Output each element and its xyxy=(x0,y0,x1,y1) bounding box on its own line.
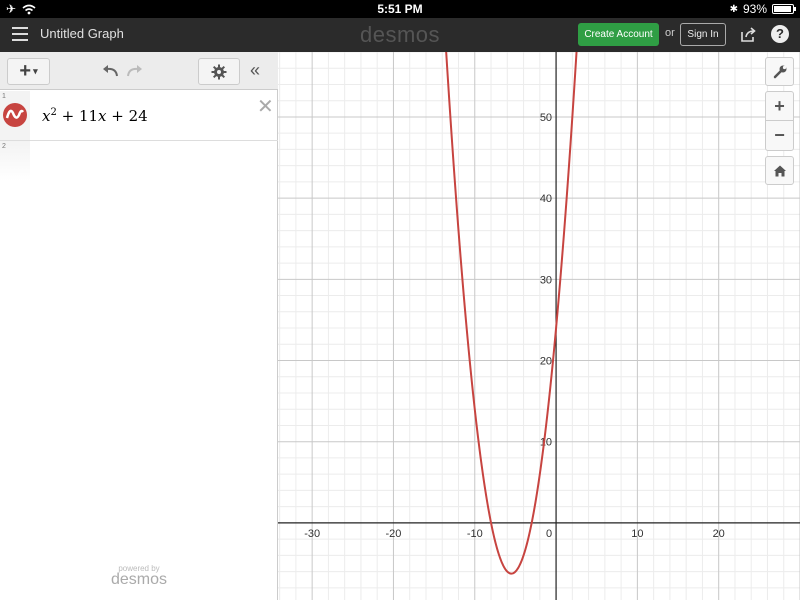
help-icon[interactable]: ? xyxy=(771,25,789,43)
y-tick-label: 40 xyxy=(540,193,552,205)
axes xyxy=(278,52,800,600)
sign-in-button[interactable]: Sign In xyxy=(680,23,726,46)
status-time: 5:51 PM xyxy=(377,2,423,16)
x-tick-label: 0 xyxy=(546,528,552,540)
zoom-out-button[interactable]: − xyxy=(766,121,793,150)
graph-canvas[interactable]: -30 -20 -10 0 10 20 10 20 30 40 50 xyxy=(278,52,800,600)
math-var: x xyxy=(98,107,107,125)
expression-input[interactable]: x2 + 11x + 24 xyxy=(42,107,148,125)
y-tick-label: 30 xyxy=(540,274,552,286)
create-account-button[interactable]: Create Account xyxy=(578,23,659,46)
home-icon xyxy=(773,165,786,177)
zoom-controls: + − xyxy=(765,91,794,151)
graph-settings-button[interactable] xyxy=(765,57,794,86)
zoom-in-button[interactable]: + xyxy=(766,92,793,121)
default-zoom-button[interactable] xyxy=(765,156,794,185)
hamburger-icon[interactable] xyxy=(12,27,28,41)
graph-svg[interactable]: -30 -20 -10 0 10 20 10 20 30 40 50 xyxy=(278,52,800,600)
share-icon[interactable] xyxy=(739,26,757,44)
status-bar: ✈ 5:51 PM ✱ 93% xyxy=(0,0,800,18)
y-tick-label: 20 xyxy=(540,356,552,368)
x-tick-label: 20 xyxy=(713,528,725,540)
plus-icon: + xyxy=(19,60,32,82)
major-grid xyxy=(278,52,800,600)
expression-row[interactable]: 1 x2 + 11x + 24 ✕ xyxy=(0,91,278,141)
wrench-icon xyxy=(773,65,786,79)
math-term: + 24 xyxy=(106,107,148,125)
y-tick-label: 10 xyxy=(540,437,552,449)
collapse-panel-icon[interactable]: « xyxy=(250,60,260,81)
chevron-down-icon: ▾ xyxy=(33,66,38,76)
delete-expression-icon[interactable]: ✕ xyxy=(257,94,274,119)
undo-icon[interactable] xyxy=(101,63,119,79)
graph-color-icon[interactable] xyxy=(3,103,27,127)
add-item-button[interactable]: + ▾ xyxy=(7,58,50,85)
function-curve[interactable] xyxy=(444,52,579,575)
expression-gutter: 1 xyxy=(0,91,30,140)
x-tick-label: -10 xyxy=(467,528,483,540)
x-tick-label: 10 xyxy=(631,528,643,540)
or-label: or xyxy=(665,27,675,39)
math-term: + 11 xyxy=(56,107,99,125)
status-right: ✱ 93% xyxy=(729,2,796,16)
expression-index: 2 xyxy=(2,143,6,150)
powered-by-desmos: powered by desmos xyxy=(0,564,278,588)
app-header: Untitled Graph desmos Create Account or … xyxy=(0,18,800,52)
tick-labels: -30 -20 -10 0 10 20 10 20 30 40 50 xyxy=(304,112,725,540)
expression-gutter: 2 xyxy=(0,141,30,181)
powered-by-brand: desmos xyxy=(110,571,168,588)
x-tick-label: -30 xyxy=(304,528,320,540)
expression-index: 1 xyxy=(2,93,6,100)
x-tick-label: -20 xyxy=(386,528,402,540)
settings-button[interactable] xyxy=(198,58,240,85)
expression-toolbar: + ▾ « xyxy=(0,52,278,90)
minor-grid xyxy=(278,52,800,600)
battery-percent: 93% xyxy=(742,2,767,16)
redo-icon[interactable] xyxy=(126,63,144,79)
y-tick-label: 50 xyxy=(540,112,552,124)
graph-title[interactable]: Untitled Graph xyxy=(40,26,124,41)
expression-panel: + ▾ « 1 x2 + 11x + 24 ✕ 2 powered by des… xyxy=(0,52,278,600)
battery-icon xyxy=(772,4,796,14)
expression-row-empty[interactable]: 2 xyxy=(0,141,278,181)
gear-icon xyxy=(211,64,227,79)
bluetooth-icon: ✱ xyxy=(729,3,738,15)
